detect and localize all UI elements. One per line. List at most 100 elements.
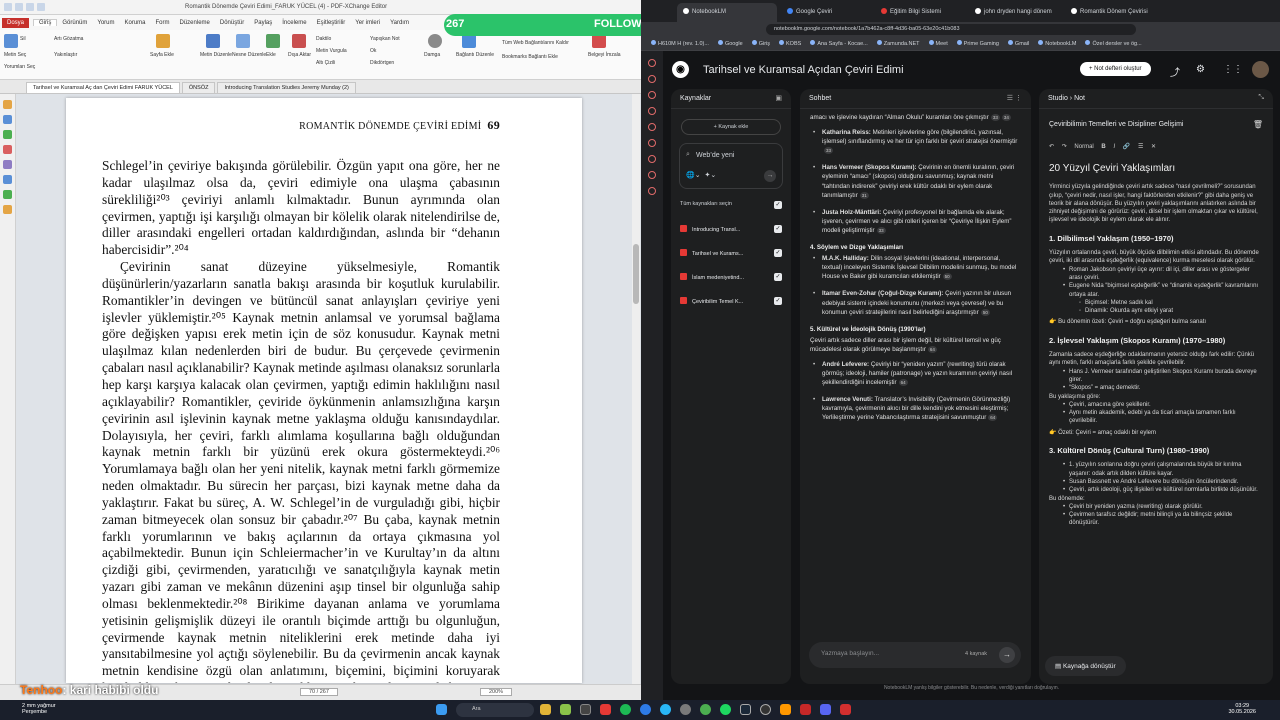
web-search-box[interactable]: ⌕ Web’de yeni 🌐⌄ ✦⌄ → bbox=[679, 143, 783, 189]
ribbon-add-page[interactable]: Sayfa Ekle bbox=[150, 52, 174, 58]
ribbon-delete[interactable]: Sil bbox=[20, 36, 26, 42]
ribbon-remove-links[interactable]: Tüm Web Bağlantılarını Kaldır bbox=[502, 40, 569, 46]
collapse-panel-icon[interactable]: ⤡ bbox=[1258, 94, 1264, 102]
citation-chip[interactable]: 33 bbox=[876, 226, 886, 234]
checkbox-icon[interactable]: ✓ bbox=[774, 249, 782, 257]
citation-chip[interactable]: 50 bbox=[980, 308, 990, 316]
apps-grid-icon[interactable]: ⋮⋮ bbox=[1223, 64, 1243, 75]
ribbon-typewriter[interactable]: Daktilo bbox=[316, 36, 331, 42]
pdf-editor-icon[interactable] bbox=[800, 704, 811, 715]
notebook-title[interactable]: Tarihsel ve Kuramsal Açıdan Çeviri Edimi bbox=[703, 64, 904, 76]
app-shortcut-icon[interactable] bbox=[648, 187, 656, 195]
spotify-icon[interactable] bbox=[620, 704, 631, 715]
menu-item[interactable]: Eşitleştirilir bbox=[312, 20, 351, 26]
add-icon[interactable] bbox=[266, 34, 280, 48]
bookmark-item[interactable]: Zamunda.NET bbox=[877, 40, 920, 47]
edit-link-icon[interactable] bbox=[462, 34, 476, 48]
menu-item[interactable]: Giriş bbox=[33, 19, 58, 26]
ribbon-edit-text[interactable]: Metin Düzenle bbox=[200, 52, 232, 58]
app-icon[interactable] bbox=[600, 704, 611, 715]
app-shortcut-icon[interactable] bbox=[648, 155, 656, 163]
bookmark-item[interactable]: Özel dersler ve ög... bbox=[1085, 40, 1141, 47]
bookmark-item[interactable]: Prime Gaming bbox=[957, 40, 999, 47]
citation-chip[interactable]: 64 bbox=[988, 414, 998, 422]
ribbon-highlight[interactable]: Metin Vurgula bbox=[316, 48, 347, 54]
menu-item[interactable]: Yardım bbox=[385, 20, 414, 26]
print-icon[interactable] bbox=[37, 3, 45, 11]
page-indicator[interactable]: 70 / 267 bbox=[300, 688, 338, 696]
bookmark-item[interactable]: KOBS bbox=[779, 40, 801, 47]
menu-item[interactable]: Görünüm bbox=[57, 20, 92, 26]
bookmark-item[interactable]: Meet bbox=[929, 40, 948, 47]
citation-chip[interactable]: 31 bbox=[859, 191, 869, 199]
ribbon-stamp[interactable]: Damga bbox=[424, 52, 440, 58]
app-icon[interactable] bbox=[840, 704, 851, 715]
source-item[interactable]: İslam medeniyetind... ✓ bbox=[680, 273, 782, 283]
add-source-button[interactable]: + Kaynak ekle bbox=[681, 119, 781, 135]
ribbon-export[interactable]: Dışa Aktar bbox=[288, 52, 311, 58]
edit-text-icon[interactable] bbox=[206, 34, 220, 48]
trash-icon[interactable]: 🗑 bbox=[1253, 120, 1263, 129]
ribbon-select-comments[interactable]: Yorumları Seç bbox=[4, 64, 35, 70]
scroll-thumb[interactable] bbox=[633, 244, 639, 304]
app-shortcut-icon[interactable] bbox=[648, 59, 656, 67]
citation-chip[interactable]: 34 bbox=[1001, 114, 1011, 121]
source-item[interactable]: Introducing Transl... ✓ bbox=[680, 225, 782, 235]
undo-icon[interactable]: ↶ bbox=[1049, 144, 1054, 150]
doc-tab[interactable]: Introducing Translation Studies Jeremy M… bbox=[217, 82, 356, 93]
studio-title[interactable]: Studio bbox=[1048, 95, 1068, 102]
menu-item[interactable]: İnceleme bbox=[277, 20, 311, 26]
chat-options-icon[interactable]: ☰ ⋮ bbox=[1007, 94, 1022, 102]
ribbon-edit-object[interactable]: Nesne Düzenle bbox=[232, 52, 266, 58]
delete-icon[interactable] bbox=[4, 34, 18, 48]
app-icon[interactable] bbox=[580, 704, 591, 715]
select-all-sources[interactable]: Tüm kaynakları seçin ✓ bbox=[680, 201, 782, 211]
app-shortcut-icon[interactable] bbox=[648, 171, 656, 179]
ribbon-arrow[interactable]: Ok bbox=[370, 48, 376, 54]
ribbon-rectangle[interactable]: Dikdörtgen bbox=[370, 60, 394, 66]
chat-input-placeholder[interactable]: Yazmaya başlayın... bbox=[821, 650, 879, 657]
settings-icon[interactable]: ⚙ bbox=[1196, 64, 1205, 75]
app-icon[interactable] bbox=[780, 704, 791, 715]
stamp-icon[interactable] bbox=[428, 34, 442, 48]
clear-format-icon[interactable]: ✕ bbox=[1151, 144, 1156, 150]
checkbox-icon[interactable]: ✓ bbox=[774, 297, 782, 305]
redo-icon[interactable]: ↷ bbox=[1062, 144, 1067, 150]
doc-tab[interactable]: Tarihsel ve Kuramsal Aç dan Çeviri Edimi… bbox=[26, 82, 180, 93]
app-shortcut-icon[interactable] bbox=[648, 91, 656, 99]
citation-chip[interactable]: 33 bbox=[990, 114, 1000, 121]
note-body[interactable]: 20 Yüzyıl Çeviri Yaklaşımları Yirminci y… bbox=[1039, 155, 1273, 528]
save-icon[interactable] bbox=[4, 3, 12, 11]
ribbon-zoom[interactable]: Yakınlaştır bbox=[54, 52, 77, 58]
file-explorer-icon[interactable] bbox=[540, 704, 551, 715]
sign-icon[interactable] bbox=[592, 34, 606, 48]
note-title[interactable]: Çeviribilimin Temelleri ve Disipliner Ge… bbox=[1049, 121, 1183, 128]
attachments-icon[interactable] bbox=[3, 160, 12, 169]
browser-tab[interactable]: Google Çeviri bbox=[781, 3, 871, 22]
bookmark-item[interactable]: Ana Sayfa - Kocae... bbox=[810, 40, 867, 47]
bookmark-item[interactable]: NotebookLM bbox=[1038, 40, 1076, 47]
new-notebook-button[interactable]: + Not defteri oluştur bbox=[1080, 62, 1151, 76]
undo-icon[interactable] bbox=[15, 3, 23, 11]
layers-icon[interactable] bbox=[3, 130, 12, 139]
spotify-icon[interactable] bbox=[720, 704, 731, 715]
browser-tab[interactable]: Romantik Dönem Çevirisi bbox=[1065, 3, 1165, 22]
bookmark-item[interactable]: Gmail bbox=[1008, 40, 1029, 47]
bold-icon[interactable]: B bbox=[1101, 144, 1105, 150]
menu-item[interactable]: Düzenleme bbox=[175, 20, 215, 26]
start-icon[interactable] bbox=[436, 704, 447, 715]
search-mode-chips[interactable]: 🌐⌄ ✦⌄ bbox=[686, 171, 716, 179]
style-select[interactable]: Normal bbox=[1074, 144, 1093, 150]
browser-tab[interactable]: john dryden hangi dönem bbox=[969, 3, 1061, 22]
search-icon[interactable] bbox=[3, 175, 12, 184]
menu-item[interactable]: Yorum bbox=[92, 20, 119, 26]
menu-item[interactable]: Yer imleri bbox=[350, 20, 385, 26]
send-icon[interactable]: → bbox=[999, 647, 1015, 663]
browser-tab[interactable]: NotebookLM bbox=[677, 3, 777, 22]
notebooklm-logo-icon[interactable]: ◉ bbox=[672, 61, 689, 78]
avatar[interactable] bbox=[1252, 61, 1269, 78]
pages-icon[interactable] bbox=[3, 115, 12, 124]
ribbon-add[interactable]: Ekle bbox=[266, 52, 276, 58]
checkbox-icon[interactable]: ✓ bbox=[774, 225, 782, 233]
tags-icon[interactable] bbox=[3, 205, 12, 214]
